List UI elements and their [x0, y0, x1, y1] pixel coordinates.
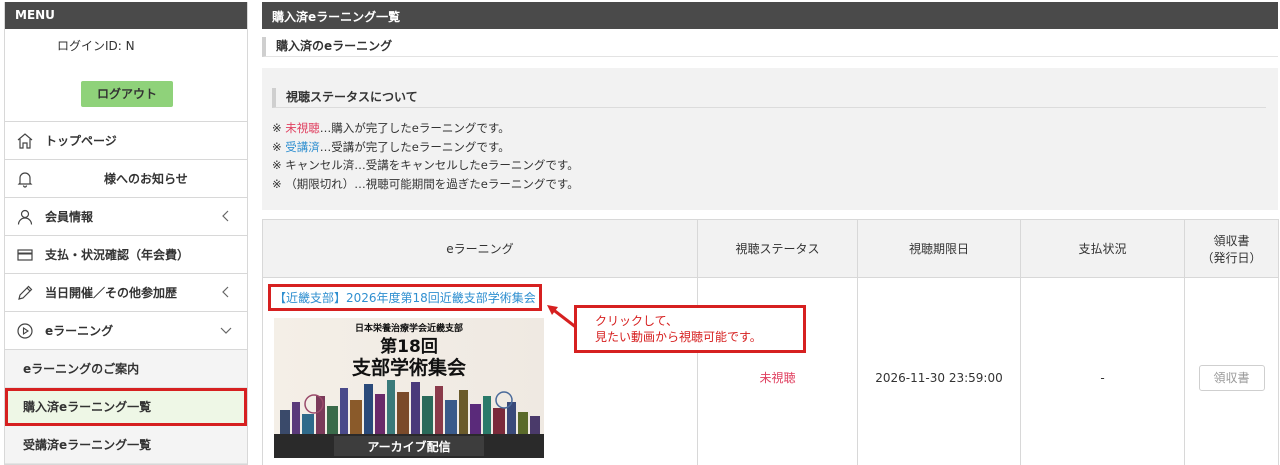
thumb-line3: 支部学術集会: [351, 356, 466, 379]
status-desc: …受講をキャンセルしたeラーニングです。: [354, 158, 579, 172]
sub-item-completed-elearning[interactable]: 受講済eラーニング一覧: [5, 426, 247, 464]
nav-label: eラーニング: [45, 324, 114, 338]
elearning-title-link[interactable]: 【近畿支部】2026年度第18回近畿支部学術集会: [268, 284, 542, 311]
nav-label: 当日開催／その他参加歴: [45, 286, 178, 300]
note-mark: ※: [272, 139, 286, 154]
header-receipt: 領収書 （発行日）: [1184, 219, 1279, 278]
chevron-down-icon: [219, 322, 233, 338]
header-receipt-line2: （発行日）: [1201, 250, 1262, 265]
nav-label: 会員情報: [45, 210, 94, 224]
nav-item-top-page[interactable]: トップページ: [5, 122, 247, 160]
nav-label: トップページ: [45, 134, 117, 148]
nav-item-participation[interactable]: 当日開催／その他参加歴: [5, 274, 247, 312]
nav-item-elearning[interactable]: eラーニング: [5, 312, 247, 350]
thumb-banner: アーカイブ配信: [367, 439, 450, 454]
note-mark: ※: [272, 176, 286, 191]
status-info-title: 視聴ステータスについて: [272, 88, 1266, 108]
instruction-callout: クリックして、 見たい動画から視聴可能です。: [574, 305, 806, 353]
status-line-completed: ※ 受講済…受講が完了したeラーニングです。: [272, 138, 579, 157]
payment-cell: -: [1020, 277, 1185, 465]
status-term-cancelled: キャンセル済: [285, 158, 355, 172]
status-line-cancelled: ※ キャンセル済…受講をキャンセルしたeラーニングです。: [272, 156, 579, 175]
table-header-row: eラーニング 視聴ステータス 視聴期限日 支払状況 領収書 （発行日）: [262, 219, 1279, 278]
header-elearning: eラーニング: [262, 219, 698, 278]
callout-line1: クリックして、: [595, 314, 679, 328]
status-desc: …購入が完了したeラーニングです。: [319, 121, 510, 135]
menu-header: MENU: [5, 2, 247, 29]
pencil-icon: [15, 283, 35, 303]
note-mark: ※: [272, 121, 286, 135]
chevron-left-icon: [219, 284, 233, 300]
status-term-unviewed: 未視聴: [285, 121, 320, 135]
person-icon: [15, 207, 35, 227]
home-icon: [15, 131, 35, 151]
elearning-thumbnail[interactable]: 日本栄養治療学会近畿支部 第18回 支部学術集会 アーカイブ配信: [274, 318, 544, 458]
receipt-cell: 領収書: [1184, 277, 1279, 465]
deadline-cell: 2026-11-30 23:59:00: [857, 277, 1021, 465]
status-line-expired: ※ （期限切れ）…視聴可能期間を過ぎたeラーニングです。: [272, 175, 579, 194]
nav-label: 様へのお知らせ: [104, 172, 188, 186]
bell-icon: [15, 169, 35, 189]
header-payment: 支払状況: [1020, 219, 1185, 278]
status-legend: ※ 未視聴…購入が完了したeラーニングです。 ※ 受講済…受講が完了したeラーニ…: [272, 119, 579, 193]
page-title: 購入済eラーニング一覧: [262, 2, 1278, 29]
status-desc: …受講が完了したeラーニングです。: [319, 139, 510, 154]
nav-item-payment[interactable]: 支払・状況確認（年会費）: [5, 236, 247, 274]
login-block: ログインID: N ログアウト: [5, 29, 247, 122]
thumb-line2: 第18回: [380, 336, 438, 357]
receipt-button[interactable]: 領収書: [1198, 364, 1265, 391]
nav-item-notices[interactable]: 様へのお知らせ: [5, 160, 247, 198]
thumb-line1: 日本栄養治療学会近畿支部: [355, 322, 463, 334]
main-content: 購入済eラーニング一覧 購入済のeラーニング 視聴ステータスについて ※ 未視聴…: [262, 2, 1279, 465]
header-deadline: 視聴期限日: [857, 219, 1021, 278]
status-term-expired: （期限切れ）: [285, 176, 355, 191]
sub-item-elearning-guide[interactable]: eラーニングのご案内: [5, 350, 247, 388]
chevron-left-icon: [219, 208, 233, 224]
sub-item-purchased-elearning[interactable]: 購入済eラーニング一覧: [5, 388, 247, 426]
logout-button[interactable]: ログアウト: [81, 81, 173, 107]
callout-line2: 見たい動画から視聴可能です。: [595, 330, 762, 344]
status-badge: 未視聴: [759, 371, 796, 385]
sidebar: MENU ログインID: N ログアウト トップページ 様へのお知らせ 会員情報…: [4, 2, 248, 465]
status-term-completed: 受講済: [285, 139, 320, 154]
note-mark: ※: [272, 158, 286, 172]
status-line-unviewed: ※ 未視聴…購入が完了したeラーニングです。: [272, 119, 579, 138]
card-icon: [15, 245, 35, 265]
header-status: 視聴ステータス: [697, 219, 858, 278]
header-receipt-line1: 領収書: [1213, 233, 1250, 248]
status-info-box: 視聴ステータスについて ※ 未視聴…購入が完了したeラーニングです。 ※ 受講済…: [262, 68, 1278, 210]
nav-label: 支払・状況確認（年会費）: [45, 248, 190, 262]
nav-item-member-info[interactable]: 会員情報: [5, 198, 247, 236]
status-desc: …視聴可能期間を過ぎたeラーニングです。: [354, 176, 579, 191]
login-id: ログインID: N: [57, 39, 135, 53]
section-title: 購入済のeラーニング: [262, 37, 1278, 57]
play-circle-icon: [15, 321, 35, 341]
